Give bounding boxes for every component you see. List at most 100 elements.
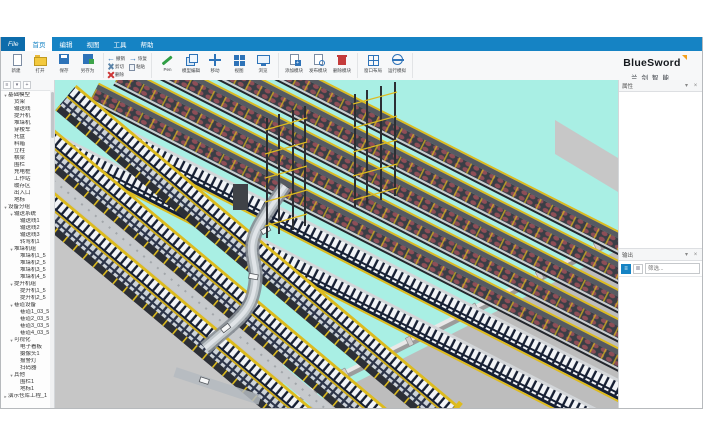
tree-item[interactable]: 巷道4_03_5 — [1, 330, 54, 337]
tree-item[interactable]: 提升机1_5 — [1, 288, 54, 295]
tree-item[interactable]: 货架 — [1, 99, 54, 106]
button-label: 视图 — [235, 67, 244, 73]
model-edit-button[interactable]: 模型编辑 — [179, 53, 203, 74]
menu-tab-视图[interactable]: 视图 — [79, 37, 106, 51]
tree-item[interactable]: 巷道3_03_5 — [1, 323, 54, 330]
tree-item[interactable]: ▸演示仓库工程_1 — [1, 393, 54, 400]
tree-item[interactable]: 地标1 — [1, 386, 54, 393]
tree-item[interactable]: 转弯机1 — [1, 239, 54, 246]
open-folder-button[interactable]: 打开 — [28, 53, 52, 74]
tree-item[interactable]: 立柱 — [1, 148, 54, 155]
tree-tool-1[interactable]: ▾ — [13, 81, 21, 89]
paste-button[interactable]: 粘贴 — [128, 63, 146, 70]
tree-item[interactable]: ▾巷道设备 — [1, 302, 54, 309]
save-as-button[interactable]: 另存为 — [76, 53, 100, 74]
tree-item[interactable]: ▾输送系统 — [1, 211, 54, 218]
tree-item-label: 立柱 — [14, 148, 25, 155]
output-primary-button[interactable]: ≡ — [621, 264, 631, 274]
tree-tool-2[interactable]: + — [23, 81, 31, 89]
tree-item[interactable]: 提升机2_5 — [1, 295, 54, 302]
redo-button[interactable]: →恢复 — [129, 55, 148, 62]
tree-item[interactable]: ▾可视化 — [1, 337, 54, 344]
output-filter-input[interactable] — [645, 263, 700, 274]
tree-item[interactable]: 扫码器 — [1, 365, 54, 372]
tree-item[interactable]: 围栏 — [1, 162, 54, 169]
tree-item[interactable]: 输送线3 — [1, 232, 54, 239]
tree-item-label: 出入口 — [14, 190, 31, 197]
panel-dropdown-icon[interactable]: ▾ — [683, 82, 690, 89]
tree-scrollbar-thumb[interactable] — [51, 92, 54, 138]
tree-item[interactable]: 报警灯 — [1, 358, 54, 365]
tree-item-label: 堆垛机组 — [14, 246, 36, 253]
add-module-button[interactable]: 添加模块 — [282, 53, 306, 74]
tree-item[interactable]: 提升机 — [1, 113, 54, 120]
tree-item[interactable]: 巷道1_03_5 — [1, 309, 54, 316]
tree-item[interactable]: 电子看板 — [1, 344, 54, 351]
tree-item[interactable]: ▾基础模型 — [1, 92, 54, 99]
output-panel: 输出 ▾ × ≡ ≣ — [619, 249, 702, 408]
save-button[interactable]: 保存 — [52, 53, 76, 74]
tree-item-label: 巷道3_03_5 — [20, 323, 49, 330]
tree-item-label: 其他 — [14, 372, 25, 379]
tree-item[interactable]: ▾堆垛机组 — [1, 246, 54, 253]
tree-tool-0[interactable]: ≡ — [3, 81, 11, 89]
tree-item[interactable]: 堆垛机 — [1, 120, 54, 127]
tree-item[interactable]: ▾设备分组 — [1, 204, 54, 211]
tree-item[interactable]: 缓存区 — [1, 183, 54, 190]
redo-icon: → — [129, 55, 137, 62]
globe-button[interactable]: 运行模拟 — [385, 53, 409, 74]
tree-item[interactable]: 堆垛机1_5 — [1, 253, 54, 260]
menu-tab-帮助[interactable]: 帮助 — [133, 37, 160, 51]
new-doc-icon — [10, 54, 23, 66]
move-button[interactable]: 移动 — [203, 53, 227, 74]
tree-item[interactable]: 摄像头1 — [1, 351, 54, 358]
tree-item[interactable]: 地标 — [1, 197, 54, 204]
tree-item-label: 转弯机1 — [20, 239, 40, 246]
open-folder-icon — [34, 54, 47, 66]
tree-item[interactable]: 输送线 — [1, 106, 54, 113]
tree-item[interactable]: 工作站 — [1, 176, 54, 183]
menu-tab-首页[interactable]: 首页 — [25, 37, 52, 51]
tree-item[interactable]: 输送线1 — [1, 218, 54, 225]
tree-item[interactable]: 充电桩 — [1, 169, 54, 176]
tree-item[interactable]: 输送线2 — [1, 225, 54, 232]
viewport-3d[interactable] — [55, 80, 618, 408]
panel-dropdown-icon[interactable]: ▾ — [683, 251, 690, 258]
output-body — [619, 277, 702, 408]
cut-button[interactable]: 剪切 — [107, 63, 125, 70]
tree-item[interactable]: 围栏1 — [1, 379, 54, 386]
tree-item[interactable]: 巷道2_03_5 — [1, 316, 54, 323]
move-icon — [209, 54, 222, 66]
tree-item[interactable]: 横梁 — [1, 155, 54, 162]
properties-body — [619, 92, 702, 248]
tree-item[interactable]: 堆垛机2_5 — [1, 260, 54, 267]
output-list-button[interactable]: ≣ — [633, 264, 643, 274]
tree-item[interactable]: 堆垛机3_5 — [1, 267, 54, 274]
tree-item[interactable]: 出入口 — [1, 190, 54, 197]
tree-item[interactable]: 堆垛机4_5 — [1, 274, 54, 281]
publish-module-button[interactable]: 发布模块 — [306, 53, 330, 74]
panel-close-icon[interactable]: × — [692, 83, 699, 89]
menu-tab-File[interactable]: File — [1, 37, 25, 51]
tree-item[interactable]: 穿梭车 — [1, 127, 54, 134]
pen-icon — [161, 54, 174, 66]
tree-item[interactable]: ▾其他 — [1, 372, 54, 379]
tree-item[interactable]: 料箱 — [1, 141, 54, 148]
panel-close-icon[interactable]: × — [692, 252, 699, 258]
menu-tab-工具[interactable]: 工具 — [106, 37, 133, 51]
layout-button[interactable]: 窗口布局 — [361, 53, 385, 74]
browse-button[interactable]: 浏览 — [251, 53, 275, 74]
tree-item[interactable]: 托盘 — [1, 134, 54, 141]
undo-button[interactable]: ←撤销 — [107, 55, 126, 62]
mini-button-row: 剪切粘贴 — [107, 63, 148, 70]
menu-tab-编辑[interactable]: 编辑 — [52, 37, 79, 51]
new-doc-button[interactable]: 新建 — [4, 53, 28, 74]
right-dock: 属性 ▾ × 输出 ▾ × ≡ ≣ — [618, 80, 702, 408]
delete-x-button[interactable]: 删除 — [107, 71, 125, 78]
trash-button[interactable]: 删除模块 — [330, 53, 354, 74]
button-label: 移动 — [211, 67, 220, 73]
view-grid-button[interactable]: 视图 — [227, 53, 251, 74]
tree-scrollbar[interactable] — [50, 90, 54, 408]
pen-button[interactable]: Pen — [155, 53, 179, 73]
tree-item[interactable]: ▾提升机组 — [1, 281, 54, 288]
